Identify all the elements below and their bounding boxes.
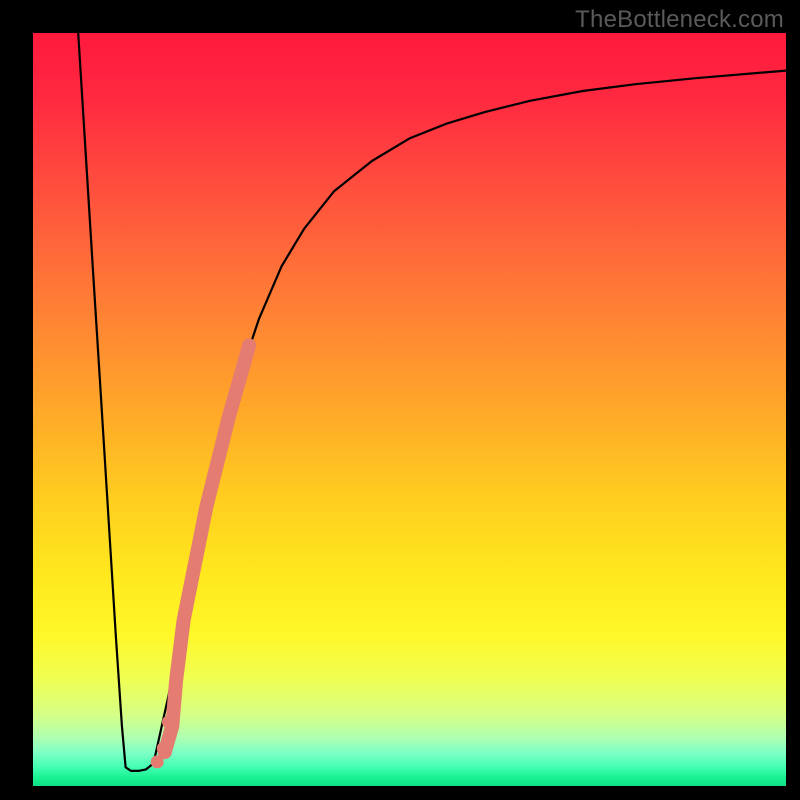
- watermark-text: TheBottleneck.com: [575, 6, 784, 34]
- accent-segment: [165, 346, 249, 753]
- plot-area: [33, 33, 786, 786]
- chart-frame: TheBottleneck.com: [0, 0, 800, 800]
- chart-svg: [33, 33, 786, 786]
